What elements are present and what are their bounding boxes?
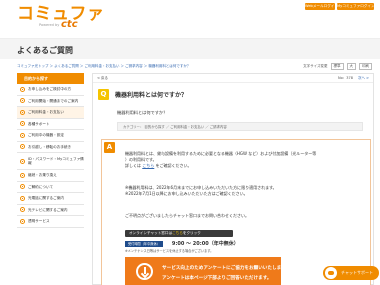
details-link[interactable]: こちら [142,163,154,168]
online-chat-button[interactable]: オンラインチャット窓口はこちらをクリック [125,230,233,237]
font-size-label: 文字サイズ変更 [303,64,328,68]
close-icon [20,184,25,190]
hours-row: 受付時間（年中無休） 9:00 〜 20:00（年中無休） [125,240,239,247]
faq-panel: < 戻る No：378 次へ > Q 機器利用料とは何ですか？ 機器利用料とは何… [92,73,374,285]
font-size-standard-button[interactable]: 標準 [330,63,344,70]
sidebar-heading: 目的から探す [17,73,84,84]
tv-icon [20,207,25,213]
phone-icon [20,195,25,201]
question-title: 機器利用料とは何ですか？ [115,92,188,99]
faq-number: No：378 [338,76,353,80]
answer-line: ）の利用料です。 [125,157,157,162]
logo-tagline: Powered by [39,23,60,27]
my-commufa-login-button[interactable]: Myコミュファログイン [337,3,375,10]
yen-icon [20,109,25,115]
category-path[interactable]: カテゴリー： 目的から探す ／ ご利用料金・お支払い ／ ご請求内容 [117,122,363,131]
sidebar-item-devices[interactable]: ご利用中の機器・設定 [17,130,84,142]
sidebar-item-services[interactable]: 透明サービス [17,216,84,228]
key-icon [20,158,25,164]
chat-support-label: チャットサポート [341,270,373,275]
circle-icon [20,86,25,92]
question-text: 機器利用料とは何ですか？ [117,110,168,115]
survey-banner[interactable]: サービス向上のためアンケートにご協力をお願いいたします。 アンケートは本ページ下… [125,257,290,285]
house-icon [20,144,25,150]
sidebar-item-billing[interactable]: ご利用料金・お支払い [17,107,84,119]
answer-note: ※機器利用料は、2022年6月末までにお申し込みいただいた方に限り適用されます。 [125,185,277,190]
site-header: コミュファ Powered by ctc Webメールログイン Myコミュファロ… [0,0,380,38]
chat-support-button[interactable]: チャットサポート [323,266,379,280]
sidebar-item-support[interactable]: 各種サポート [17,119,84,130]
answer-line-details: 詳しくは こちら をご確認ください。 [125,163,192,168]
commufa-logo[interactable]: コミュファ Powered by ctc [17,5,109,33]
hours-label: 受付時間（年中無休） [125,240,163,247]
device-icon [20,132,25,138]
support-icon [20,121,25,127]
sidebar-item-application[interactable]: お申し込みをご検討中の方 [17,84,84,96]
hours-note: ※メンテナンス日等はサービスを休止する場合がございます。 [125,249,214,253]
sidebar-item-phone[interactable]: 光電話に関するご案内 [17,193,84,205]
sidebar-item-id-password[interactable]: ID・パスワード・Myコミュファ情報 [17,153,84,170]
font-size-large-button[interactable]: 大 [346,63,356,70]
chat-icon [325,267,337,279]
survey-text: サービス向上のためアンケートにご協力をお願いいたします。 [162,266,290,271]
back-link[interactable]: < 戻る [97,76,108,81]
service-icon [20,218,25,224]
a-badge: A [104,142,115,153]
answer-contact: ご不明点がございましたらチャット窓口までお問い合わせください。 [125,213,249,218]
circle-icon [20,98,25,104]
sidebar-item-moving[interactable]: お引越し・移転のお手続き [17,142,84,153]
print-button[interactable]: 印刷 [359,63,372,70]
survey-text: アンケートは本ページ下部よりご回答いただけます。 [162,276,272,281]
title-band: よくあるご質問 [0,38,380,59]
sidebar-item-start-guide[interactable]: ご利用開始・開通までのご案内 [17,96,84,107]
refresh-icon [20,172,25,178]
page-title: よくあるご質問 [17,46,73,55]
breadcrumb[interactable]: コミュファ光トップ ＞ よくあるご質問 ＞ ご利用料金・お支払い ＞ ご請求内容… [17,64,190,69]
webmail-login-button[interactable]: Webメールログイン [305,3,338,10]
answer-line: 機器利用料とは、貸与設備を利用するために必要となる機器（HGW など）および付加… [125,151,317,156]
sidebar-item-continue[interactable]: 継続・お乗り換え [17,170,84,182]
logo-brand: ctc [61,19,78,30]
answer-panel: A 機器利用料とは、貸与設備を利用するために必要となる機器（HGW など）および… [101,139,371,285]
sidebar-item-tv[interactable]: 光テレビに関するご案内 [17,205,84,216]
faq-nav: < 戻る No：378 次へ > [93,74,373,83]
sidebar: 目的から探す お申し込みをご検討中の方 ご利用開始・開通までのご案内 ご利用料金… [17,73,84,228]
next-link[interactable]: 次へ > [358,76,369,81]
hours-value: 9:00 〜 20:00（年中無休） [171,241,239,247]
arrow-down-icon [136,263,153,280]
page-options: 文字サイズ変更 標準 大 印刷 [303,63,372,70]
question-heading: Q 機器利用料とは何ですか？ [98,89,187,100]
answer-note: ※2022年7月1日以降にお申し込みいただいた方はご確認ください。 [125,191,248,196]
q-badge: Q [98,89,109,100]
sidebar-item-cancel[interactable]: ご解約について [17,182,84,193]
